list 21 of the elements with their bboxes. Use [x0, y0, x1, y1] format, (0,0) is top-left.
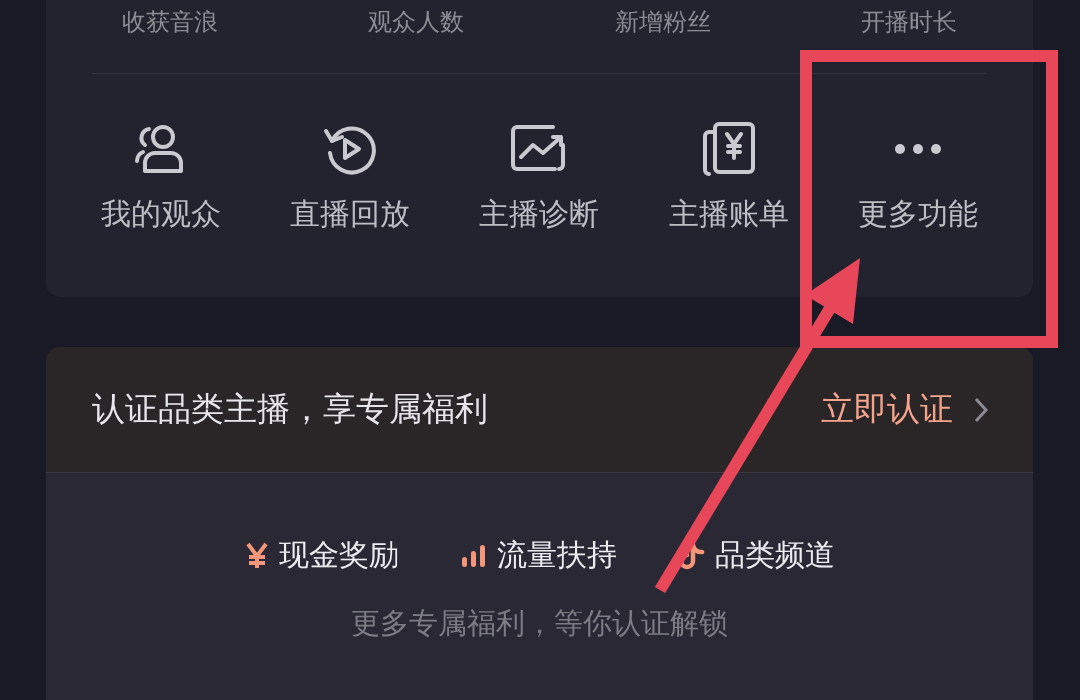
stat-label: 收获音浪 — [122, 7, 218, 38]
stat-label: 开播时长 — [861, 7, 957, 38]
benefit-label: 流量扶持 — [496, 536, 617, 574]
certify-link[interactable]: 立即认证 — [821, 387, 989, 432]
tool-button[interactable]: 主播账单 — [634, 118, 824, 235]
music-note-icon — [678, 541, 705, 570]
tool-button[interactable]: 更多功能 — [823, 118, 1013, 235]
banner-title: 认证品类主播，享专属福利 — [92, 388, 488, 430]
stat-label: 观众人数 — [368, 7, 465, 38]
more-icon — [894, 143, 943, 155]
bill-icon — [700, 120, 757, 178]
bar-chart-icon — [460, 543, 487, 568]
tool-button[interactable]: 直播回放 — [255, 118, 445, 235]
tool-button[interactable]: 主播诊断 — [444, 118, 635, 235]
benefit-label: 现金奖励 — [278, 536, 399, 574]
benefit-label: 品类频道 — [714, 536, 835, 574]
stat-label: 新增粉丝 — [614, 7, 711, 38]
chevron-icon — [973, 395, 989, 424]
benefits-note: 更多专属福利，等你认证解锁 — [351, 605, 728, 642]
yen-icon — [244, 541, 269, 570]
tool-button[interactable]: 我的观众 — [66, 118, 256, 235]
